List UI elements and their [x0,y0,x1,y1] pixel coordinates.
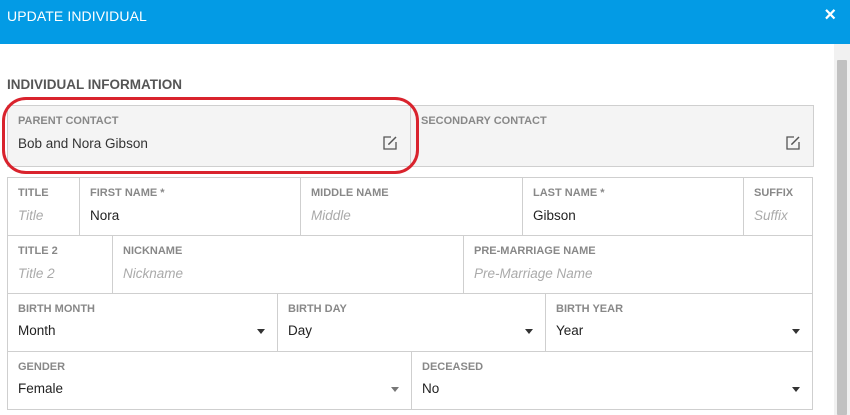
status-row: GENDER Female DECEASED No [7,352,813,410]
birth-month-label: BIRTH MONTH [18,303,95,315]
alt-name-row: TITLE 2 NICKNAME PRE-MARRIAGE NAME [7,236,813,294]
chevron-down-icon[interactable] [792,387,800,392]
chevron-down-icon[interactable] [257,329,265,334]
chevron-down-icon[interactable] [792,329,800,334]
name-row: TITLE FIRST NAME * MIDDLE NAME LAST NAME… [7,177,813,236]
gender-label: GENDER [18,361,66,373]
section-title: INDIVIDUAL INFORMATION [7,77,182,92]
parent-contact-label: PARENT CONTACT [18,115,119,127]
middle-name-label: MIDDLE NAME [311,187,389,199]
chevron-down-icon[interactable] [391,387,399,392]
secondary-contact-box: SECONDARY CONTACT [410,105,814,167]
nickname-field: NICKNAME [112,236,463,293]
nickname-input[interactable] [123,263,453,283]
birth-year-label: BIRTH YEAR [556,303,624,315]
deceased-select[interactable]: No [422,381,439,396]
parent-contact-box: PARENT CONTACT Bob and Nora Gibson [7,105,411,167]
title-field: TITLE [8,178,79,235]
birth-day-field[interactable]: BIRTH DAY Day [277,294,545,351]
suffix-label: SUFFIX [754,187,794,199]
title-input[interactable] [18,205,69,225]
birth-month-field[interactable]: BIRTH MONTH Month [8,294,277,351]
scrollbar-thumb[interactable] [837,60,847,415]
modal-title: UPDATE INDIVIDUAL [7,8,147,24]
chevron-down-icon[interactable] [525,329,533,334]
deceased-label: DECEASED [422,361,484,373]
pre-marriage-name-input[interactable] [474,263,802,283]
deceased-field[interactable]: DECEASED No [411,352,812,409]
birth-day-select[interactable]: Day [288,323,312,338]
title-label: TITLE [18,187,49,199]
edit-icon[interactable] [785,135,801,151]
title2-label: TITLE 2 [18,245,58,257]
birth-year-select[interactable]: Year [556,323,583,338]
parent-contact-value: Bob and Nora Gibson [18,136,148,151]
birth-row: BIRTH MONTH Month BIRTH DAY Day BIRTH YE… [7,294,813,352]
suffix-field: SUFFIX [743,178,812,235]
edit-icon[interactable] [382,135,398,151]
middle-name-input[interactable] [311,205,512,225]
birth-year-field[interactable]: BIRTH YEAR Year [545,294,812,351]
nickname-label: NICKNAME [123,245,183,257]
pre-marriage-name-field: PRE-MARRIAGE NAME [463,236,812,293]
title2-field: TITLE 2 [8,236,112,293]
close-icon[interactable]: × [824,4,836,27]
middle-name-field: MIDDLE NAME [300,178,522,235]
birth-day-label: BIRTH DAY [288,303,347,315]
first-name-input[interactable] [90,205,290,225]
secondary-contact-label: SECONDARY CONTACT [421,115,547,127]
pre-marriage-name-label: PRE-MARRIAGE NAME [474,245,596,257]
last-name-label: LAST NAME * [533,187,605,199]
last-name-field: LAST NAME * [522,178,743,235]
last-name-input[interactable] [533,205,733,225]
suffix-input[interactable] [754,205,802,225]
title2-input[interactable] [18,263,102,283]
first-name-field: FIRST NAME * [79,178,300,235]
modal-header: UPDATE INDIVIDUAL × [0,0,850,44]
first-name-label: FIRST NAME * [90,187,165,199]
gender-select[interactable]: Female [18,381,63,396]
birth-month-select[interactable]: Month [18,323,56,338]
gender-field[interactable]: GENDER Female [8,352,411,409]
